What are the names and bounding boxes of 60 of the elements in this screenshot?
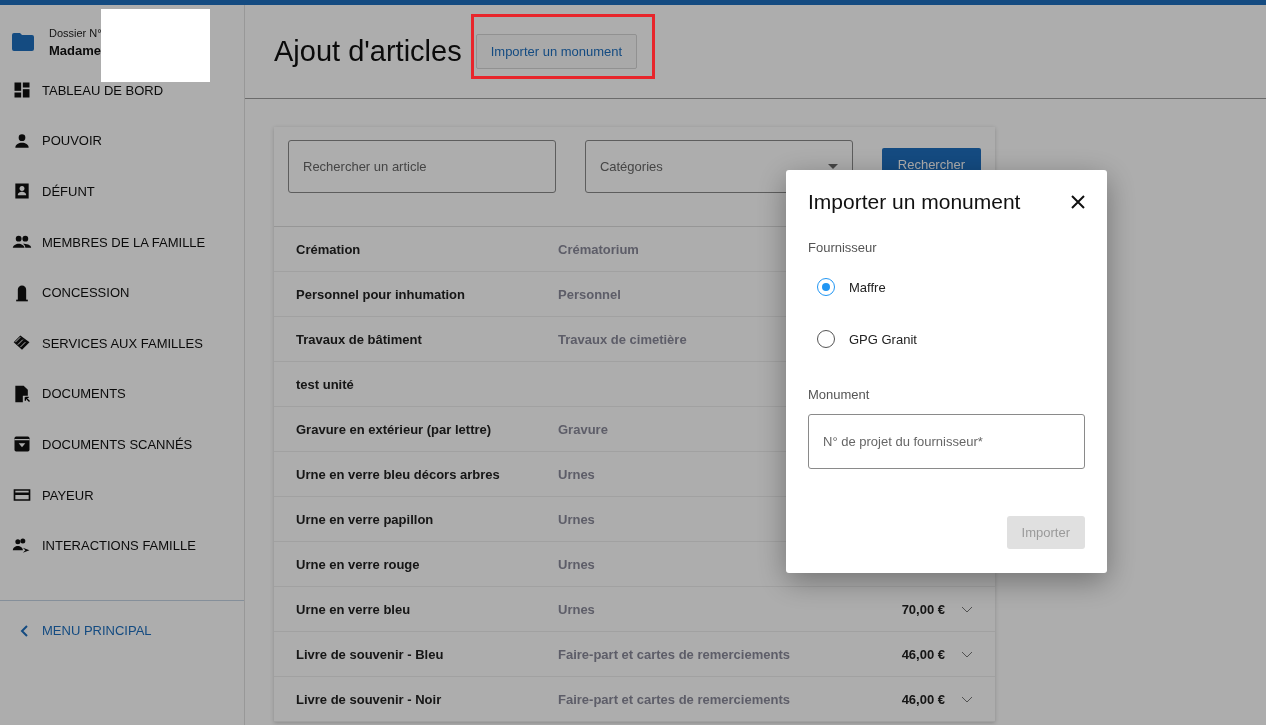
article-row[interactable]: Urne en verre bleu Urnes 70,00 € <box>274 587 995 632</box>
dialog-title: Importer un monument <box>808 190 1021 214</box>
document-icon <box>12 383 32 404</box>
article-category: Gravure <box>558 421 608 437</box>
chevron-left-icon <box>20 624 28 637</box>
article-category: Urnes <box>558 556 595 572</box>
dashboard-icon <box>12 80 32 101</box>
nav-item[interactable]: DÉFUNT <box>0 166 244 217</box>
article-price: 46,00 € <box>901 646 945 662</box>
folder-label: Dossier N° <box>49 26 102 39</box>
article-name: Urne en verre papillon <box>296 511 435 527</box>
article-category: Urnes <box>558 466 595 482</box>
chevron-down-icon[interactable] <box>961 695 973 703</box>
article-category: Crématorium <box>558 241 639 257</box>
nav-item[interactable]: TABLEAU DE BORD <box>0 65 244 116</box>
nav-item[interactable]: SERVICES AUX FAMILLES <box>0 317 244 369</box>
article-name: test unité <box>296 376 355 392</box>
article-category: Travaux de cimetière <box>558 331 687 347</box>
article-name: Livre de souvenir - Bleu <box>296 646 445 662</box>
article-category: Urnes <box>558 511 595 527</box>
dropdown-arrow-icon <box>827 164 838 169</box>
article-name: Travaux de bâtiment <box>296 331 423 347</box>
field-placeholder: N° de projet du fournisseur* <box>823 434 983 449</box>
article-category: Urnes <box>558 601 595 617</box>
chevron-down-icon[interactable] <box>961 650 973 658</box>
article-category: Faire-part et cartes de remerciements <box>558 691 790 707</box>
search-field[interactable]: Rechercher un article <box>288 140 556 193</box>
nav-item[interactable]: DOCUMENTS SCANNÉS <box>0 419 244 470</box>
nav-item[interactable]: INTERACTIONS FAMILLE <box>0 520 244 571</box>
nav-item[interactable]: POUVOIR <box>0 115 244 167</box>
nav-item[interactable]: PAYEUR <box>0 469 244 521</box>
article-row[interactable]: Livre de souvenir - Bleu Faire-part et cartes de remerciements 46,00 € <box>274 632 995 677</box>
article-category: Personnel <box>558 286 621 302</box>
project-number-field[interactable]: N° de projet du fournisseur* <box>808 414 1085 469</box>
nav-item[interactable]: MEMBRES DE LA FAMILLE <box>0 216 244 268</box>
article-name: Urne en verre bleu décors arbres <box>296 466 501 482</box>
nav-item[interactable]: CONCESSION <box>0 267 244 318</box>
article-name: Crémation <box>296 241 362 257</box>
article-row[interactable]: Livre de souvenir - Noir Faire-part et cartes de remerciements 46,00 € <box>274 677 995 722</box>
article-category: Faire-part et cartes de remerciements <box>558 646 790 662</box>
close-icon[interactable] <box>1071 195 1085 209</box>
article-price: 46,00 € <box>901 691 945 707</box>
archive-box-icon <box>12 434 32 455</box>
chevron-down-icon[interactable] <box>961 605 973 613</box>
contact-card-icon <box>12 181 32 202</box>
folder-icon <box>12 33 34 51</box>
article-name: Urne en verre bleu <box>296 601 412 617</box>
main-menu-link[interactable]: MENU PRINCIPAL <box>0 600 244 661</box>
page-title: Ajout d'articles <box>274 35 462 68</box>
monument-label: Monument <box>808 387 871 402</box>
import-monument-button[interactable]: Importer un monument <box>475 34 638 69</box>
client-name: Madame <box>49 42 102 58</box>
article-name: Urne en verre rouge <box>296 556 421 572</box>
article-name: Livre de souvenir - Noir <box>296 691 443 707</box>
article-price: 70,00 € <box>901 601 945 617</box>
search-placeholder: Rechercher un article <box>303 159 427 174</box>
supplier-label: Fournisseur <box>808 240 878 255</box>
nav-item[interactable]: DOCUMENTS <box>0 368 244 420</box>
article-name: Personnel pour inhumation <box>296 286 466 302</box>
article-name: Gravure en extérieur (par lettre) <box>296 421 493 437</box>
